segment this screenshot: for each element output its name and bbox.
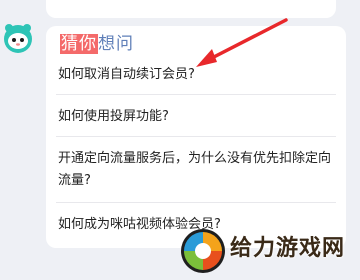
divider xyxy=(56,202,336,203)
divider xyxy=(56,136,336,137)
watermark-logo-icon xyxy=(181,229,225,273)
watermark-text: 给力游戏网 xyxy=(230,236,346,261)
watermark: 给力游戏网 xyxy=(174,222,360,280)
question-item[interactable]: 如何使用投屏功能? xyxy=(58,106,340,128)
previous-message-card xyxy=(46,0,336,18)
divider xyxy=(56,94,336,95)
bot-avatar-icon xyxy=(4,24,32,53)
annotation-arrow-icon xyxy=(196,18,288,67)
title-highlight: 猜你 xyxy=(60,34,98,54)
question-item[interactable]: 开通定向流量服务后，为什么没有优先扣除定向流量? xyxy=(58,148,340,192)
title-rest: 想问 xyxy=(98,34,134,54)
card-title: 猜你想问 xyxy=(60,33,134,55)
